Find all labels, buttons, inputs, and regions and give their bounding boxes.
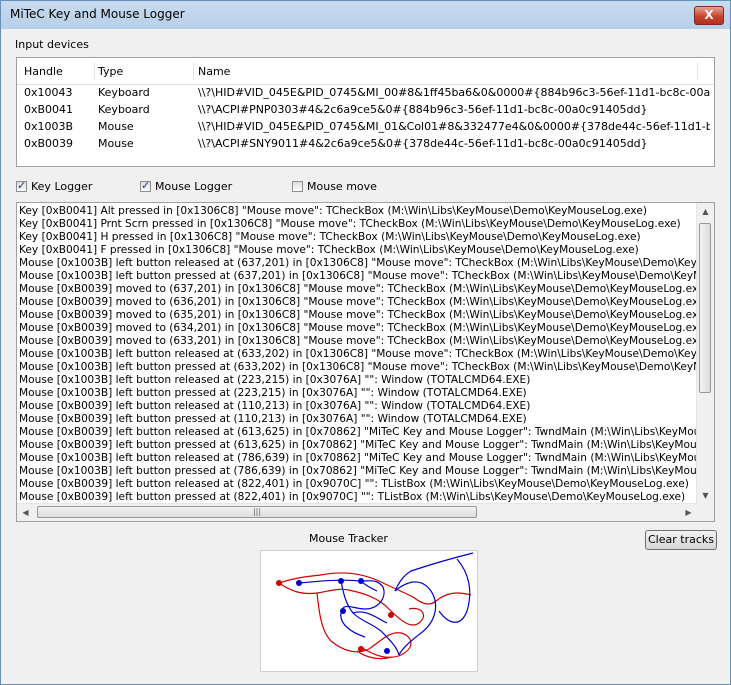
blue-marker [384,648,390,654]
log-line: Mouse [0xB0039] left button released at … [19,400,531,412]
device-type: Mouse [98,120,134,133]
track-line-blue [298,552,474,656]
blue-marker [340,608,346,614]
window-title: MiTeC Key and Mouse Logger [10,7,185,21]
device-handle: 0x10043 [24,86,73,99]
blue-marker [296,580,302,586]
device-type: Mouse [98,137,134,150]
mouse-move-checkbox[interactable]: Mouse move [292,180,382,195]
log-line: Key [0xB0041] H pressed in [0x1306C8] "M… [19,231,641,243]
device-name: \\?\HID#VID_045E&PID_0745&MI_00#8&1ff45b… [198,86,710,99]
main-window: MiTeC Key and Mouse Logger X Input devic… [0,0,731,685]
blue-marker [358,578,364,584]
checkbox-box[interactable]: ✓ [140,179,151,192]
red-marker [358,646,364,652]
column-divider[interactable] [94,62,95,80]
blue-marker [338,578,344,584]
log-line: Mouse [0xB0039] left button released at … [19,426,697,438]
clear-tracks-button[interactable]: Clear tracks [645,530,717,550]
scroll-left-icon[interactable]: ◀ [17,504,34,521]
mouse-logger-label: Mouse Logger [155,180,233,193]
vertical-scrollbar[interactable]: ▲ ▼ [696,203,714,504]
key-logger-checkbox[interactable]: ✓ Key Logger [16,179,106,195]
vertical-scroll-thumb[interactable] [699,223,711,393]
column-header-name[interactable]: Name [198,65,230,78]
log-line: Mouse [0xB0039] moved to (636,201) in [0… [19,296,697,308]
log-line: Mouse [0x1003B] left button released at … [19,348,697,360]
log-line: Mouse [0xB0039] left button pressed at (… [19,413,527,425]
log-lines: Key [0xB0041] Alt pressed in [0x1306C8] … [19,205,697,504]
mouse-move-label: Mouse move [307,180,377,193]
mouse-tracks-svg [276,552,474,660]
column-header-type[interactable]: Type [98,65,123,78]
log-line: Mouse [0xB0039] moved to (637,201) in [0… [19,283,697,295]
device-handle: 0x1003B [24,120,74,133]
log-line: Mouse [0x1003B] left button released at … [19,374,531,386]
mouse-tracker-label: Mouse Tracker [309,532,388,545]
input-devices-list[interactable]: Handle Type Name 0x10043 Keyboard \\?\HI… [16,57,715,167]
horizontal-scroll-thumb[interactable]: ||| [37,506,477,518]
input-devices-label: Input devices [15,38,89,51]
device-name: \\?\ACPI#PNP0303#4&2c6a9ce5&0#{884b96c3-… [198,103,648,116]
log-line: Mouse [0xB0039] moved to (635,201) in [0… [19,309,697,321]
checkbox-box[interactable] [292,181,303,192]
log-line: Key [0xB0041] Alt pressed in [0x1306C8] … [19,205,647,217]
log-line: Mouse [0x1003B] left button released at … [19,257,697,269]
scroll-down-icon[interactable]: ▼ [697,487,714,504]
red-marker [276,580,282,586]
log-memo[interactable]: Key [0xB0041] Alt pressed in [0x1306C8] … [16,202,715,522]
log-line: Mouse [0x1003B] left button released at … [19,452,697,464]
device-handle: 0xB0041 [24,103,74,116]
device-row[interactable]: 0x10043 Keyboard \\?\HID#VID_045E&PID_07… [17,84,714,101]
red-marker [388,612,394,618]
device-type: Keyboard [98,103,150,116]
column-header-handle[interactable]: Handle [24,65,63,78]
log-line: Mouse [0xB0039] left button pressed at (… [19,439,697,451]
device-name: \\?\HID#VID_045E&PID_0745&MI_01&Col01#8&… [198,120,710,133]
device-handle: 0xB0039 [24,137,74,150]
column-divider[interactable] [193,62,194,80]
log-line: Mouse [0x1003B] left button pressed at (… [19,361,697,373]
device-row[interactable]: 0xB0039 Mouse \\?\ACPI#SNY9011#4&2c6a9ce… [17,135,714,152]
checkmark-icon: ✓ [17,179,27,192]
scroll-up-icon[interactable]: ▲ [697,203,714,220]
log-line: Mouse [0xB0039] moved to (633,201) in [0… [19,335,697,347]
log-line: Mouse [0x1003B] left button pressed at (… [19,270,697,282]
device-row[interactable]: 0x1003B Mouse \\?\HID#VID_045E&PID_0745&… [17,118,714,135]
title-bar[interactable]: MiTeC Key and Mouse Logger X [1,1,730,29]
column-divider[interactable] [697,62,698,80]
log-line: Key [0xB0041] Prnt Scrn pressed in [0x13… [19,218,681,230]
mouse-logger-checkbox[interactable]: ✓ Mouse Logger [140,179,240,195]
log-line: Mouse [0xB0039] left button released at … [19,478,689,490]
scroll-right-icon[interactable]: ▶ [680,504,697,521]
device-type: Keyboard [98,86,150,99]
close-button[interactable]: X [694,6,724,25]
log-line: Mouse [0x1003B] left button pressed at (… [19,465,697,477]
log-line: Mouse [0xB0039] moved to (634,201) in [0… [19,322,697,334]
scrollbar-corner [697,504,714,521]
device-name: \\?\ACPI#SNY9011#4&2c6a9ce5&0#{378de44c-… [198,137,648,150]
log-line: Mouse [0x1003B] left button pressed at (… [19,387,527,399]
horizontal-scrollbar[interactable]: ◀ ||| ▶ [17,503,697,521]
checkmark-icon: ✓ [141,179,151,192]
close-icon: X [704,8,714,22]
key-logger-label: Key Logger [31,180,93,193]
mouse-tracker-canvas [260,550,478,672]
list-header: Handle Type Name [17,58,714,85]
checkbox-box[interactable]: ✓ [16,179,27,192]
device-row[interactable]: 0xB0041 Keyboard \\?\ACPI#PNP0303#4&2c6a… [17,101,714,118]
log-line: Key [0xB0041] F pressed in [0x1306C8] "M… [19,244,639,256]
